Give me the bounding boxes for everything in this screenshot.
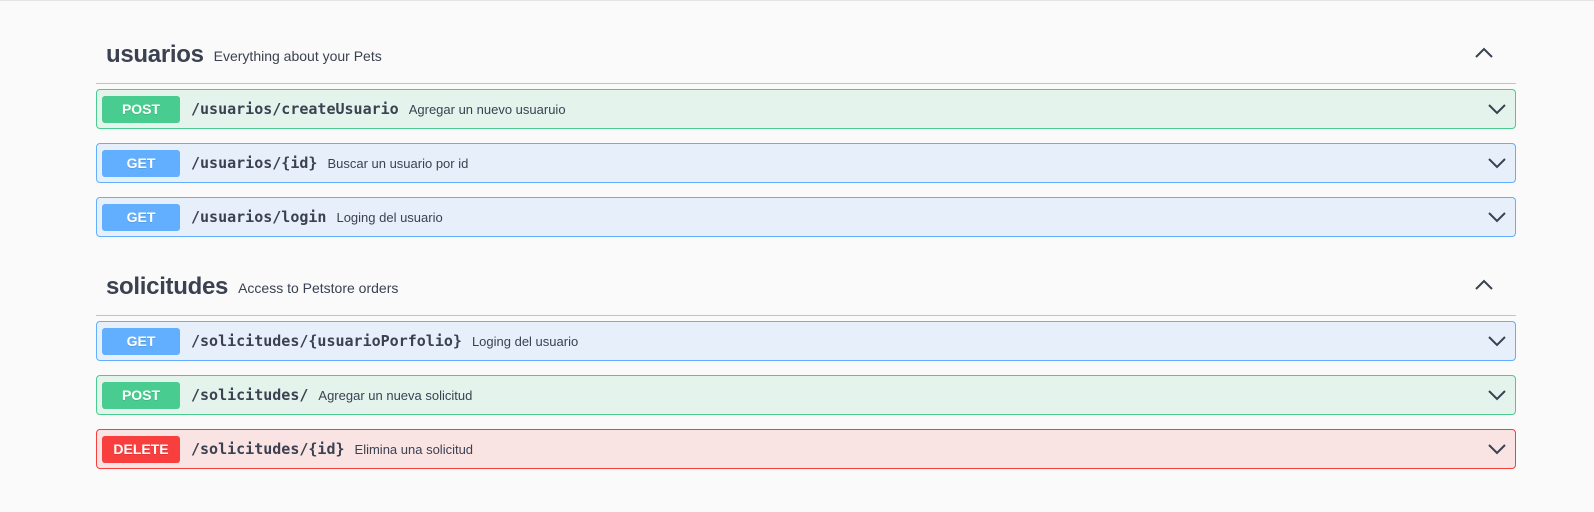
operation-summary: Loging del usuario (471, 333, 579, 349)
tag-section-usuarios: usuarios Everything about your Pets POST… (96, 26, 1516, 251)
method-badge: POST (102, 381, 180, 409)
operation-path: /usuarios/{id} (191, 154, 318, 172)
operation-path: /usuarios/login (191, 208, 327, 226)
chevron-down-icon[interactable] (1487, 99, 1507, 119)
operation-delete-solicitud[interactable]: DELETE /solicitudes/{id} Elimina una sol… (96, 429, 1516, 469)
operation-summary: Elimina una solicitud (354, 441, 474, 457)
chevron-up-icon[interactable] (1472, 42, 1496, 66)
operation-get-usuario-by-id[interactable]: GET /usuarios/{id} Buscar un usuario por… (96, 143, 1516, 183)
method-badge: GET (102, 327, 180, 355)
tag-name: usuarios (106, 40, 204, 68)
chevron-down-icon[interactable] (1487, 439, 1507, 459)
chevron-down-icon[interactable] (1487, 385, 1507, 405)
operation-summary: Agregar un nuevo usuaruio (408, 101, 566, 117)
operation-summary: Buscar un usuario por id (327, 155, 469, 171)
method-badge: GET (102, 149, 180, 177)
method-badge: DELETE (102, 435, 180, 463)
operation-get-usuario-login[interactable]: GET /usuarios/login Loging del usuario (96, 197, 1516, 237)
chevron-down-icon[interactable] (1487, 207, 1507, 227)
method-badge: POST (102, 95, 180, 123)
chevron-up-icon[interactable] (1472, 274, 1496, 298)
chevron-down-icon[interactable] (1487, 153, 1507, 173)
operations-list: POST /usuarios/createUsuario Agregar un … (96, 89, 1516, 237)
method-badge: GET (102, 203, 180, 231)
tag-description: Everything about your Pets (213, 47, 382, 64)
tag-header-solicitudes[interactable]: solicitudes Access to Petstore orders (96, 258, 1516, 316)
tag-section-solicitudes: solicitudes Access to Petstore orders GE… (96, 258, 1516, 483)
operation-summary: Agregar un nueva solicitud (318, 387, 473, 403)
operation-post-solicitud[interactable]: POST /solicitudes/ Agregar un nueva soli… (96, 375, 1516, 415)
operation-summary: Loging del usuario (336, 209, 443, 225)
top-divider (0, 0, 1594, 1)
operation-path: /solicitudes/ (191, 386, 309, 404)
tag-description: Access to Petstore orders (238, 279, 399, 296)
operation-path: /solicitudes/{usuarioPorfolio} (191, 332, 462, 350)
operation-get-solicitudes-by-portfolio[interactable]: GET /solicitudes/{usuarioPorfolio} Login… (96, 321, 1516, 361)
operation-path: /usuarios/createUsuario (191, 100, 399, 118)
operation-post-create-usuario[interactable]: POST /usuarios/createUsuario Agregar un … (96, 89, 1516, 129)
tag-header-usuarios[interactable]: usuarios Everything about your Pets (96, 26, 1516, 84)
operation-path: /solicitudes/{id} (191, 440, 345, 458)
operations-list: GET /solicitudes/{usuarioPorfolio} Login… (96, 321, 1516, 469)
tag-name: solicitudes (106, 272, 229, 300)
chevron-down-icon[interactable] (1487, 331, 1507, 351)
